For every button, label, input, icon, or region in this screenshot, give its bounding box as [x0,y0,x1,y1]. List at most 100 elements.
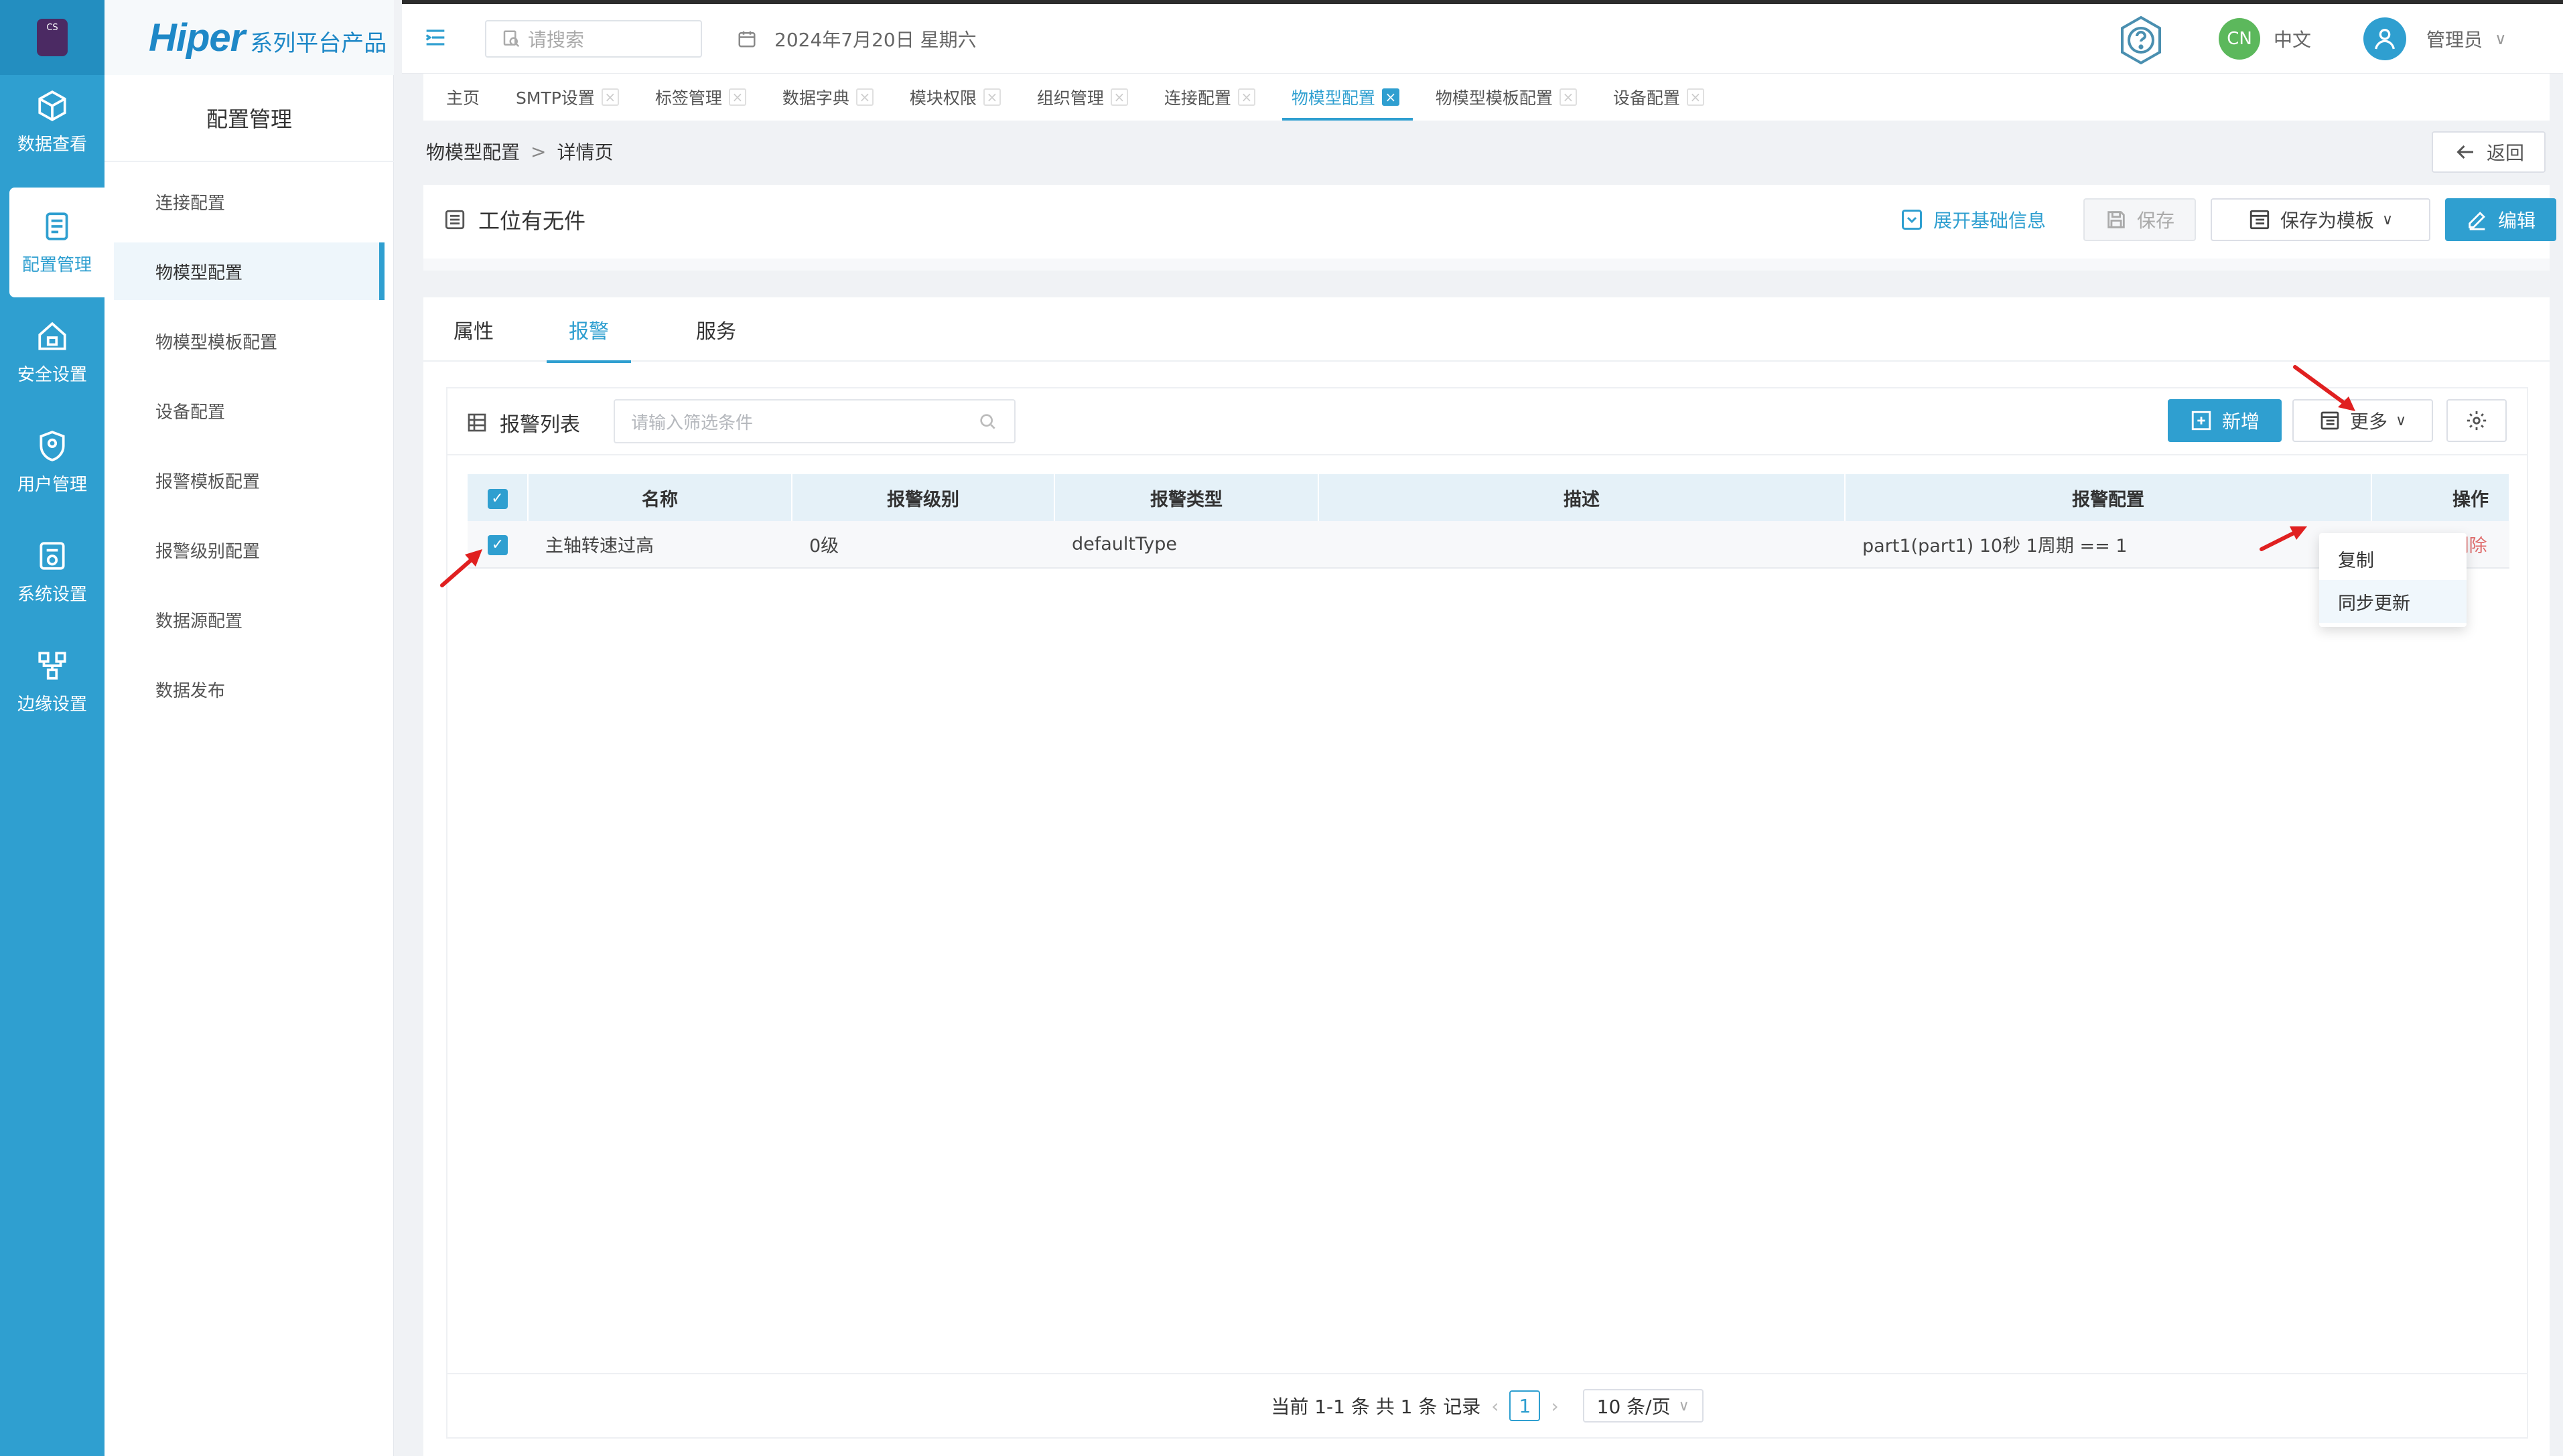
column-header-description[interactable]: 描述 [1318,474,1846,521]
tab-device[interactable]: 设备配置 × [1590,74,1718,121]
rail-item-label: 用户管理 [17,474,87,495]
column-header-alarm-config[interactable]: 报警配置 [1845,474,2372,521]
rail-item-label: 系统设置 [17,584,87,605]
breadcrumb-parent[interactable]: 物模型配置 [426,138,520,165]
annotation-arrow-sync [2260,526,2307,551]
tab-label: 标签管理 [654,88,722,108]
breadcrumb-current: 详情页 [557,141,614,163]
tab-services[interactable]: 服务 [674,297,758,362]
language-switch[interactable]: CN 中文 [2219,18,2311,60]
tab-home[interactable]: 主页 [423,74,493,121]
close-icon[interactable]: × [601,88,619,106]
tab-dictionary[interactable]: 数据字典 × [760,74,887,121]
close-icon[interactable]: × [1559,88,1577,106]
config-sidebar: Hiper 系列平台产品 配置管理 连接配置 物模型配置 物模型模板配置 设备配… [105,0,394,1456]
rail-item-edge[interactable]: 边缘设置 [0,627,105,737]
edge-nodes-icon [38,651,66,680]
page-number[interactable]: 1 [1509,1390,1541,1421]
tab-module-permission[interactable]: 模块权限 × [887,74,1014,121]
close-icon[interactable]: × [1237,88,1255,106]
breadcrumb: 物模型配置 > 详情页 [426,133,614,170]
tab-org[interactable]: 组织管理 × [1014,74,1141,121]
close-icon[interactable]: × [1381,88,1399,106]
brand-name: Hiper [149,15,245,60]
top-header: 请搜索 2024年7月20日 星期六 CN 中文 管理员 ∨ [402,4,2563,74]
menu-item-copy[interactable]: 复制 [2319,537,2467,580]
close-icon[interactable]: × [1110,88,1128,106]
add-icon [2191,411,2211,431]
close-icon[interactable]: × [855,88,874,106]
save-as-template-button[interactable]: 保存为模板 ∨ [2211,198,2430,241]
user-name: 管理员 [2426,29,2483,51]
tab-thing-model[interactable]: 物模型配置 × [1269,74,1413,121]
tab-label: 物模型模板配置 [1435,88,1553,108]
search-icon [980,414,995,429]
rail-item-data-view[interactable]: 数据查看 [0,67,105,177]
search-placeholder: 请搜索 [528,29,585,51]
sidebar-item-data-publish[interactable]: 数据发布 [114,660,385,718]
sidebar-item-alarm-template[interactable]: 报警模板配置 [114,451,385,509]
rail-item-users[interactable]: 用户管理 [0,407,105,517]
shield-user-icon [40,430,65,461]
add-label: 新增 [2221,411,2260,433]
tab-label: 组织管理 [1036,88,1104,108]
app-logo[interactable]: CS [0,0,105,75]
rail-item-system[interactable]: 系统设置 [0,517,105,627]
sidebar-item-alarm-level[interactable]: 报警级别配置 [114,521,385,579]
sidebar-item-thing-model-template[interactable]: 物模型模板配置 [114,312,385,370]
save-as-template-label: 保存为模板 [2280,210,2374,232]
avatar [2363,17,2406,60]
help-shield-icon[interactable] [2114,13,2168,67]
rail-item-config[interactable]: 配置管理 [9,188,105,297]
sidebar-item-device[interactable]: 设备配置 [114,382,385,439]
column-settings-button[interactable] [2446,399,2507,442]
annotation-arrow-more [2293,365,2355,411]
tab-connection[interactable]: 连接配置 × [1141,74,1269,121]
tab-thing-model-template[interactable]: 物模型模板配置 × [1413,74,1590,121]
select-all-checkbox[interactable]: ✓ [468,474,529,521]
filter-input[interactable]: 请输入筛选条件 [614,399,1016,443]
column-header-name[interactable]: 名称 [528,474,792,521]
tab-label: 设备配置 [1612,88,1680,108]
back-button[interactable]: 返回 [2432,131,2546,173]
next-page-icon[interactable]: › [1551,1395,1558,1417]
rail-item-security[interactable]: 安全设置 [0,297,105,407]
tab-label: 模块权限 [909,88,977,108]
pagination: 当前 1-1 条 共 1 条 记录 ‹ 1 › 10 条/页 ∨ [447,1373,2527,1437]
table-row[interactable]: ✓ 主轴转速过高 0级 defaultType part1(part1) 10秒… [468,521,2509,569]
chevron-down-icon: ∨ [2395,412,2407,429]
page-size-select[interactable]: 10 条/页 ∨ [1582,1389,1704,1423]
alarm-list-panel: 报警列表 请输入筛选条件 新增 更多 ∨ ✓ 名称 报警级别 报警类型 描述 报… [446,387,2528,1439]
user-menu[interactable]: 管理员 ∨ [2363,16,2507,62]
sidebar-item-connection[interactable]: 连接配置 [114,173,385,230]
prev-page-icon[interactable]: ‹ [1491,1395,1499,1417]
pagination-summary: 当前 1-1 条 共 1 条 记录 [1271,1396,1481,1418]
detail-main-card: 属性 报警 服务 报警列表 请输入筛选条件 新增 更多 ∨ ✓ 名称 报警级别 … [423,297,2550,1456]
rail-item-label: 配置管理 [21,254,92,275]
menu-toggle-icon[interactable] [422,24,449,51]
close-icon[interactable]: × [728,88,746,106]
tab-smtp[interactable]: SMTP设置 × [493,74,632,121]
sidebar-item-datasource[interactable]: 数据源配置 [114,591,385,648]
sidebar-item-thing-model[interactable]: 物模型配置 [114,242,385,300]
detail-tabs: 属性 报警 服务 [423,297,2550,363]
logo-box: CS [37,19,68,56]
tab-tags[interactable]: 标签管理 × [632,74,760,121]
gear-icon [2467,411,2487,431]
tab-properties[interactable]: 属性 [443,297,504,362]
save-button[interactable]: 保存 [2083,198,2196,241]
breadcrumb-separator: > [531,140,547,163]
column-header-level[interactable]: 报警级别 [792,474,1055,521]
cell-level: 0级 [792,521,1054,569]
edit-button[interactable]: 编辑 [2445,198,2556,241]
language-badge: CN [2219,18,2260,60]
column-header-type[interactable]: 报警类型 [1054,474,1319,521]
global-search-input[interactable]: 请搜索 [485,20,702,58]
add-alarm-button[interactable]: 新增 [2168,399,2282,442]
close-icon[interactable]: × [1686,88,1704,106]
expand-basic-info-button[interactable]: 展开基础信息 [1900,201,2046,238]
close-icon[interactable]: × [983,88,1001,106]
tab-alarms[interactable]: 报警 [547,297,631,363]
menu-item-sync-update[interactable]: 同步更新 [2319,580,2467,623]
expand-icon [1902,210,1922,230]
